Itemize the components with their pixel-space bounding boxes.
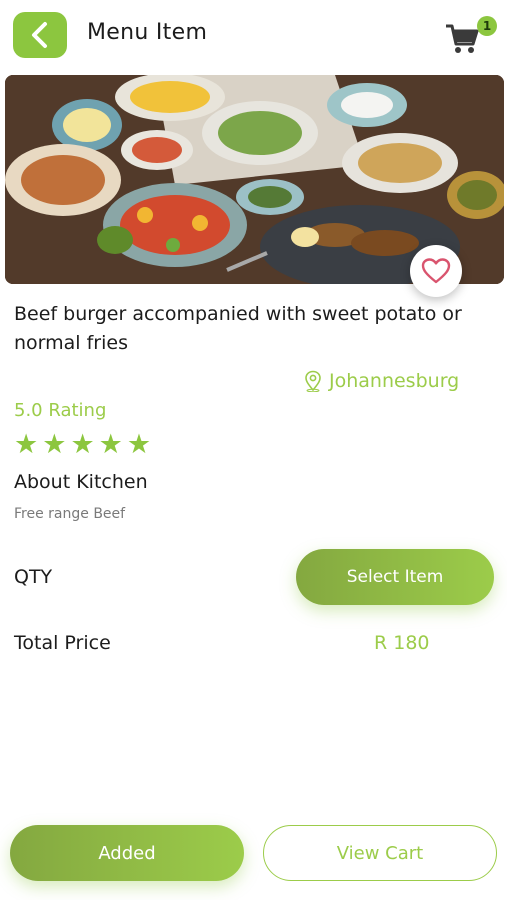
back-button[interactable] — [13, 12, 67, 58]
location-name: Johannesburg — [329, 370, 460, 392]
star-rating: ★ ★ ★ ★ ★ — [14, 430, 155, 460]
star-icon: ★ — [126, 429, 152, 460]
qty-label: QTY — [14, 566, 53, 588]
about-kitchen-heading: About Kitchen — [14, 471, 148, 493]
cart-count-badge: 1 — [477, 16, 497, 36]
chevron-left-icon — [32, 22, 47, 48]
star-icon: ★ — [42, 429, 67, 460]
location: Johannesburg — [303, 370, 459, 392]
shopping-cart-icon — [446, 24, 479, 53]
rating-text: 5.0 Rating — [14, 400, 107, 421]
added-button[interactable]: Added — [10, 825, 244, 881]
location-pin-icon — [305, 370, 321, 392]
heart-icon — [421, 258, 451, 284]
app-header: Menu Item 1 — [0, 0, 507, 72]
star-icon: ★ — [70, 429, 95, 460]
star-icon: ★ — [14, 429, 39, 460]
star-icon: ★ — [98, 429, 123, 460]
view-cart-button[interactable]: View Cart — [263, 825, 497, 881]
cart-button[interactable]: 1 — [442, 14, 498, 58]
total-price-label: Total Price — [14, 632, 111, 654]
total-price-value: R 180 — [374, 632, 430, 654]
about-kitchen-text: Free range Beef — [14, 506, 126, 522]
item-title: Beef burger accompanied with sweet potat… — [14, 303, 462, 354]
page-title: Menu Item — [87, 20, 208, 45]
favorite-button[interactable] — [410, 245, 462, 297]
select-item-button[interactable]: Select Item — [296, 549, 494, 605]
